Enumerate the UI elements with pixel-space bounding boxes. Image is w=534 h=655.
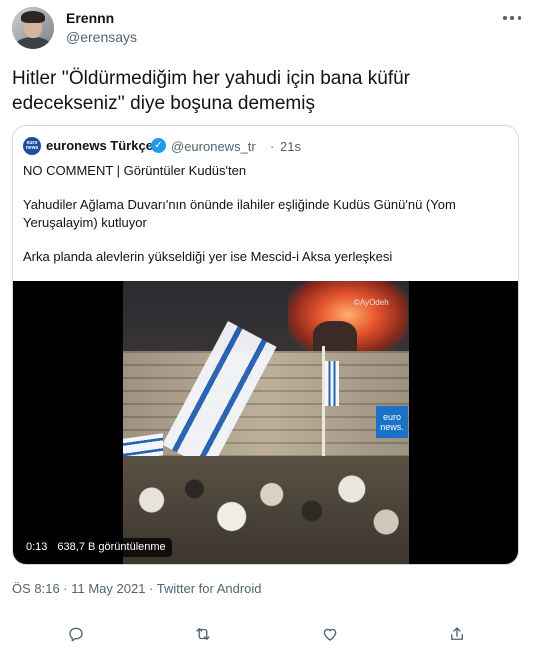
share-icon[interactable]	[445, 622, 469, 646]
quoted-handle: @euronews_tr	[171, 139, 256, 154]
video-duration: 0:13	[26, 541, 48, 553]
quoted-separator: ·	[270, 139, 275, 154]
tweet-text: Hitler ''Öldürmediğim her yahudi için ba…	[12, 68, 410, 114]
quoted-text-line: Arka planda alevlerin yükseldiği yer ise…	[23, 249, 393, 264]
avatar[interactable]	[12, 7, 54, 49]
quoted-tweet[interactable]: euro news euronews Türkçe ✓ @euronews_tr…	[12, 125, 519, 565]
tweet: Erennn @erensays Hitler ''Öldürmediğim h…	[0, 0, 534, 655]
video-views: 638,7 B görüntülenme	[57, 541, 166, 553]
verified-badge-icon: ✓	[151, 138, 166, 153]
user-handle[interactable]: @erensays	[66, 29, 137, 45]
tweet-metadata[interactable]: ÖS 8:16 · 11 May 2021 · Twitter for Andr…	[12, 581, 262, 596]
video-watermark: ©AyOdeh	[354, 298, 389, 307]
video-info-overlay: 0:13 638,7 B görüntülenme	[20, 538, 172, 557]
retweet-icon[interactable]	[191, 622, 215, 646]
quoted-avatar[interactable]: euro news	[23, 137, 41, 155]
quoted-timestamp[interactable]: 21s	[280, 139, 301, 154]
quoted-text-line: NO COMMENT | Görüntüler Kudüs'ten	[23, 163, 247, 178]
video-frame[interactable]: ©AyOdeh euro news.	[123, 281, 409, 564]
quoted-text-line: Yahudiler Ağlama Duvarı'nın önünde ilahi…	[23, 197, 456, 230]
more-options-icon[interactable]	[500, 10, 524, 26]
euronews-logo: euro news.	[376, 406, 408, 438]
display-name[interactable]: Erennn	[66, 10, 114, 26]
action-bar	[0, 620, 534, 648]
reply-icon[interactable]	[64, 622, 88, 646]
like-icon[interactable]	[318, 622, 342, 646]
video-player[interactable]: ©AyOdeh euro news. 0:13 638,7 B görüntül…	[13, 281, 518, 564]
quoted-display-name[interactable]: euronews Türkçe	[46, 138, 153, 153]
